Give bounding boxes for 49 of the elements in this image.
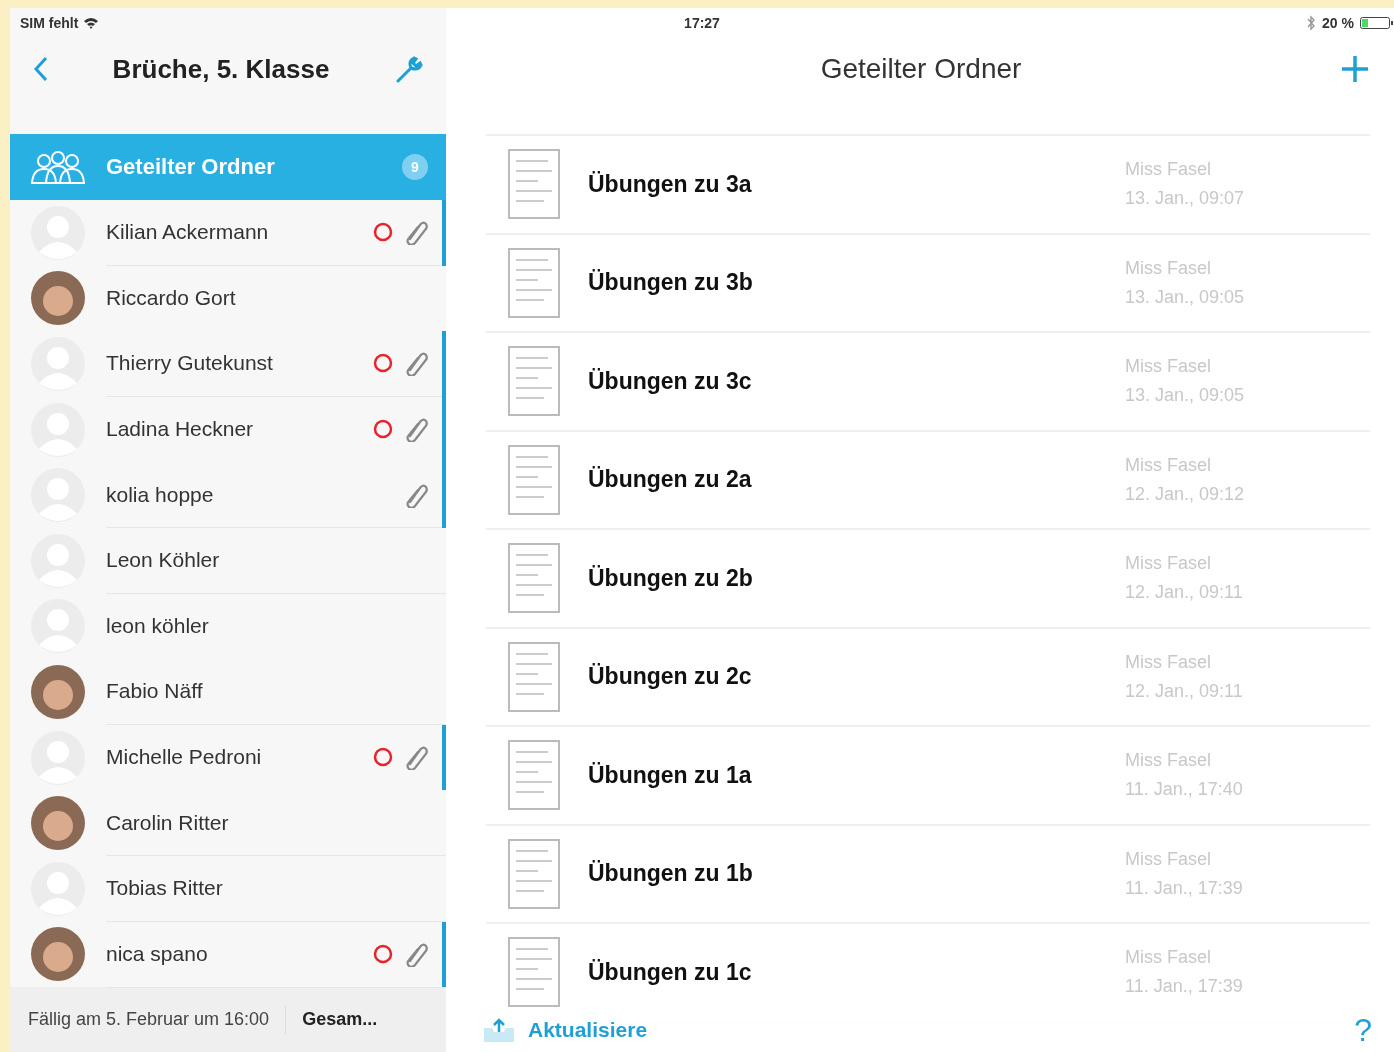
student-name: Carolin Ritter <box>106 810 230 835</box>
document-thumbnail-icon <box>508 247 560 318</box>
student-name: Riccardo Gort <box>106 285 237 310</box>
document-thumbnail-icon <box>508 838 560 909</box>
file-name: Übungen zu 1b <box>588 860 754 888</box>
battery-icon <box>1360 17 1394 29</box>
document-thumbnail-icon <box>508 641 560 712</box>
student-name: Leon Köhler <box>106 548 221 573</box>
student-name: leon köhler <box>106 613 210 638</box>
file-name: Übungen zu 3a <box>588 170 753 198</box>
document-thumbnail-icon <box>508 740 560 811</box>
file-name: Übungen zu 3b <box>588 269 754 297</box>
due-date-label: Fällig am 5. Februar um 16:00 <box>28 1009 270 1031</box>
document-thumbnail-icon <box>508 149 560 220</box>
student-name: kolia hoppe <box>106 482 215 507</box>
upload-tray-icon <box>482 1016 516 1045</box>
student-name: Ladina Heckner <box>106 417 255 442</box>
student-name: Tobias Ritter <box>106 876 224 901</box>
file-name: Übungen zu 2c <box>588 663 753 691</box>
student-name: Michelle Pedroni <box>106 745 263 770</box>
file-name: Übungen zu 1c <box>588 958 753 986</box>
battery-label: 20 % <box>1322 15 1354 31</box>
file-name: Übungen zu 2b <box>588 564 754 592</box>
file-name: Übungen zu 1a <box>588 761 753 789</box>
class-title: Brüche, 5. Klasse <box>111 53 331 85</box>
bluetooth-icon <box>1306 15 1317 31</box>
file-name: Übungen zu 3c <box>588 367 753 395</box>
student-name: Kilian Ackermann <box>106 220 270 245</box>
student-name: nica spano <box>106 941 209 966</box>
folder-label: Geteilter Ordner <box>106 154 276 180</box>
file-name: Übungen zu 2a <box>588 466 753 494</box>
status-edge <box>442 724 446 791</box>
count-badge: 9 <box>402 154 428 180</box>
people-icon <box>30 149 86 185</box>
document-thumbnail-icon <box>508 346 560 417</box>
chevron-left-icon <box>34 56 48 82</box>
student-name: Thierry Gutekunst <box>106 351 274 376</box>
wifi-icon <box>83 17 100 29</box>
status-edge <box>442 921 446 988</box>
document-thumbnail-icon <box>508 444 560 515</box>
status-edge <box>442 200 446 266</box>
plus-icon <box>1340 54 1370 84</box>
document-thumbnail-icon <box>508 543 560 614</box>
carrier-label: SIM fehlt <box>20 15 79 31</box>
student-name: Fabio Näff <box>106 679 204 704</box>
total-button[interactable]: Gesam... <box>302 1009 378 1031</box>
wrench-icon <box>394 54 424 84</box>
folder-title: Geteilter Ordner <box>819 53 1023 85</box>
clock-label: 17:27 <box>684 15 720 31</box>
